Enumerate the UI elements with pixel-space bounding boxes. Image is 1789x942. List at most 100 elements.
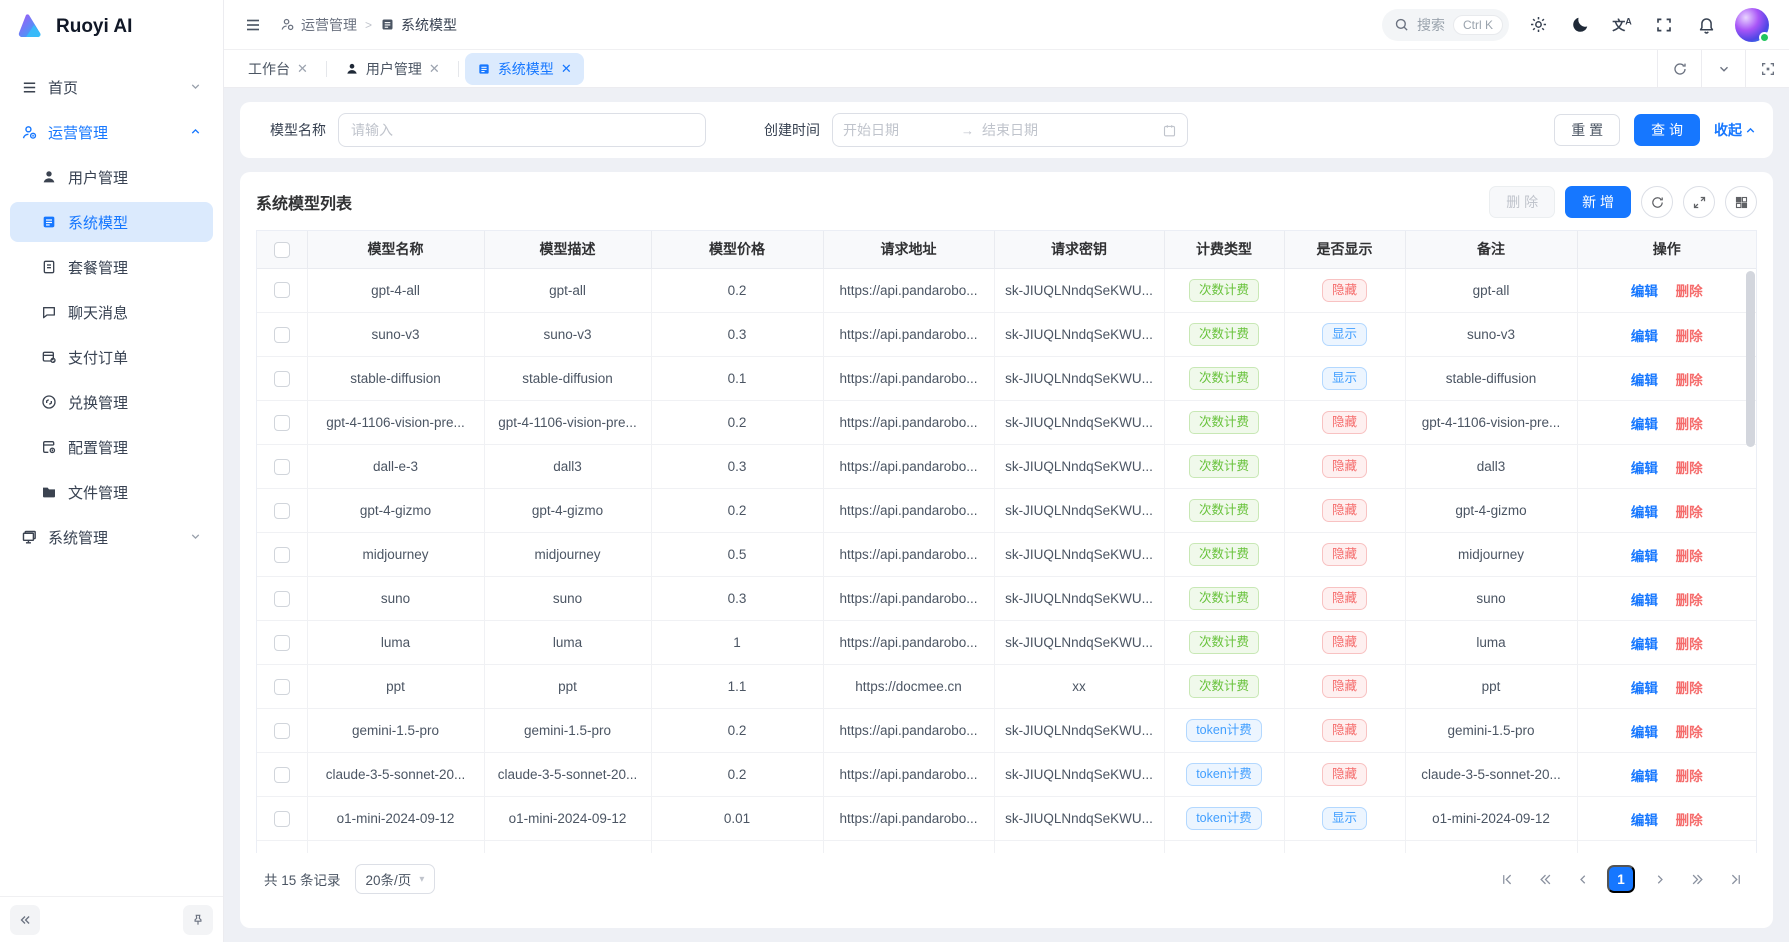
edit-link[interactable]: 编辑 xyxy=(1631,769,1658,784)
breadcrumb-item-system-models[interactable]: 系统模型 xyxy=(380,15,457,35)
close-icon[interactable]: ✕ xyxy=(561,61,572,77)
sidebar-item-redeem[interactable]: 兑换管理 xyxy=(10,382,213,422)
edit-link[interactable]: 编辑 xyxy=(1631,813,1658,828)
delete-link[interactable]: 删除 xyxy=(1676,373,1703,388)
pin-icon[interactable] xyxy=(183,905,213,935)
column-settings-icon[interactable] xyxy=(1725,186,1757,218)
row-checkbox[interactable] xyxy=(274,679,290,695)
tab-system-models[interactable]: 系统模型 ✕ xyxy=(465,53,584,85)
row-checkbox[interactable] xyxy=(274,282,290,298)
billing-badge: 次数计费 xyxy=(1189,279,1259,302)
sidebar-item-operations[interactable]: 运营管理 xyxy=(10,112,213,152)
dark-mode-moon-icon[interactable] xyxy=(1567,12,1593,38)
delete-link[interactable]: 删除 xyxy=(1676,769,1703,784)
select-all-checkbox[interactable] xyxy=(274,242,290,258)
delete-link[interactable]: 删除 xyxy=(1676,417,1703,432)
page-content: 模型名称 创建时间 → 重 置 查 询 收起 xyxy=(224,88,1789,942)
sidebar-item-system-models[interactable]: 系统模型 xyxy=(10,202,213,242)
table-refresh-icon[interactable] xyxy=(1641,186,1673,218)
row-checkbox[interactable] xyxy=(274,767,290,783)
sidebar-item-label: 套餐管理 xyxy=(68,257,203,278)
delete-link[interactable]: 删除 xyxy=(1676,505,1703,520)
brand-logo[interactable]: Ruoyi AI xyxy=(0,0,223,54)
sidebar-item-files[interactable]: 文件管理 xyxy=(10,472,213,512)
sidebar-item-config[interactable]: 配置管理 xyxy=(10,427,213,467)
row-checkbox[interactable] xyxy=(274,811,290,827)
page-size-select[interactable]: 20条/页 ▾ xyxy=(355,864,436,894)
tab-workbench[interactable]: 工作台 ✕ xyxy=(236,53,320,85)
query-button[interactable]: 查 询 xyxy=(1634,114,1700,146)
delete-link[interactable]: 删除 xyxy=(1676,681,1703,696)
content-fullscreen-icon[interactable] xyxy=(1745,50,1789,87)
edit-link[interactable]: 编辑 xyxy=(1631,549,1658,564)
last-page-button[interactable] xyxy=(1721,865,1749,893)
hamburger-icon[interactable] xyxy=(244,16,262,34)
delete-link[interactable]: 删除 xyxy=(1676,461,1703,476)
next-page-button[interactable] xyxy=(1645,865,1673,893)
table-vertical-scrollbar[interactable] xyxy=(1746,271,1755,447)
edit-link[interactable]: 编辑 xyxy=(1631,461,1658,476)
tab-user-management[interactable]: 用户管理 ✕ xyxy=(333,53,452,85)
fast-next-button[interactable] xyxy=(1683,865,1711,893)
delete-link[interactable]: 删除 xyxy=(1676,813,1703,828)
add-button[interactable]: 新 增 xyxy=(1565,186,1631,218)
prev-page-button[interactable] xyxy=(1569,865,1597,893)
row-checkbox[interactable] xyxy=(274,503,290,519)
first-page-button[interactable] xyxy=(1493,865,1521,893)
sidebar-collapse-button[interactable] xyxy=(10,905,40,935)
table-expand-icon[interactable] xyxy=(1683,186,1715,218)
chevron-down-icon[interactable] xyxy=(1701,50,1745,87)
row-checkbox[interactable] xyxy=(274,591,290,607)
tabs: 工作台 ✕ 用户管理 ✕ 系统模型 ✕ xyxy=(224,50,1657,87)
model-name-input[interactable] xyxy=(338,113,706,147)
start-date-input[interactable] xyxy=(843,122,953,138)
delete-link[interactable]: 删除 xyxy=(1676,637,1703,652)
reset-button[interactable]: 重 置 xyxy=(1554,114,1620,146)
edit-link[interactable]: 编辑 xyxy=(1631,637,1658,652)
row-checkbox[interactable] xyxy=(274,459,290,475)
bulk-delete-button[interactable]: 删 除 xyxy=(1489,186,1555,218)
current-page-button[interactable]: 1 xyxy=(1607,865,1635,893)
row-checkbox[interactable] xyxy=(274,327,290,343)
edit-link[interactable]: 编辑 xyxy=(1631,681,1658,696)
edit-link[interactable]: 编辑 xyxy=(1631,505,1658,520)
sidebar-item-users[interactable]: 用户管理 xyxy=(10,157,213,197)
row-checkbox[interactable] xyxy=(274,371,290,387)
row-checkbox[interactable] xyxy=(274,723,290,739)
edit-link[interactable]: 编辑 xyxy=(1631,329,1658,344)
row-checkbox[interactable] xyxy=(274,415,290,431)
delete-link[interactable]: 删除 xyxy=(1676,329,1703,344)
tab-controls xyxy=(1657,50,1789,87)
edit-link[interactable]: 编辑 xyxy=(1631,284,1658,299)
edit-link[interactable]: 编辑 xyxy=(1631,725,1658,740)
cell-model-name: suno xyxy=(307,577,484,621)
settings-gear-icon[interactable] xyxy=(1525,12,1551,38)
delete-link[interactable]: 删除 xyxy=(1676,725,1703,740)
close-icon[interactable]: ✕ xyxy=(297,61,308,77)
row-checkbox[interactable] xyxy=(274,635,290,651)
edit-link[interactable]: 编辑 xyxy=(1631,373,1658,388)
breadcrumb-item-operations[interactable]: 运营管理 xyxy=(280,15,357,35)
edit-link[interactable]: 编辑 xyxy=(1631,593,1658,608)
sidebar-item-system-admin[interactable]: 系统管理 xyxy=(10,517,213,557)
notifications-bell-icon[interactable] xyxy=(1693,12,1719,38)
close-icon[interactable]: ✕ xyxy=(429,61,440,77)
delete-link[interactable]: 删除 xyxy=(1676,549,1703,564)
fast-prev-button[interactable] xyxy=(1531,865,1559,893)
user-avatar[interactable] xyxy=(1735,8,1769,42)
language-translate-icon[interactable]: 文A xyxy=(1609,12,1635,38)
refresh-icon[interactable] xyxy=(1657,50,1701,87)
date-range-picker[interactable]: → xyxy=(832,113,1188,147)
collapse-filter-link[interactable]: 收起 xyxy=(1714,120,1757,140)
delete-link[interactable]: 删除 xyxy=(1676,593,1703,608)
sidebar-item-packages[interactable]: 套餐管理 xyxy=(10,247,213,287)
end-date-input[interactable] xyxy=(982,122,1092,138)
fullscreen-icon[interactable] xyxy=(1651,12,1677,38)
edit-link[interactable]: 编辑 xyxy=(1631,417,1658,432)
sidebar-item-home[interactable]: 首页 xyxy=(10,67,213,107)
global-search[interactable]: 搜索 Ctrl K xyxy=(1382,9,1509,41)
delete-link[interactable]: 删除 xyxy=(1676,284,1703,299)
sidebar-item-chat-messages[interactable]: 聊天消息 xyxy=(10,292,213,332)
sidebar-item-payment-orders[interactable]: 支付订单 xyxy=(10,337,213,377)
row-checkbox[interactable] xyxy=(274,547,290,563)
